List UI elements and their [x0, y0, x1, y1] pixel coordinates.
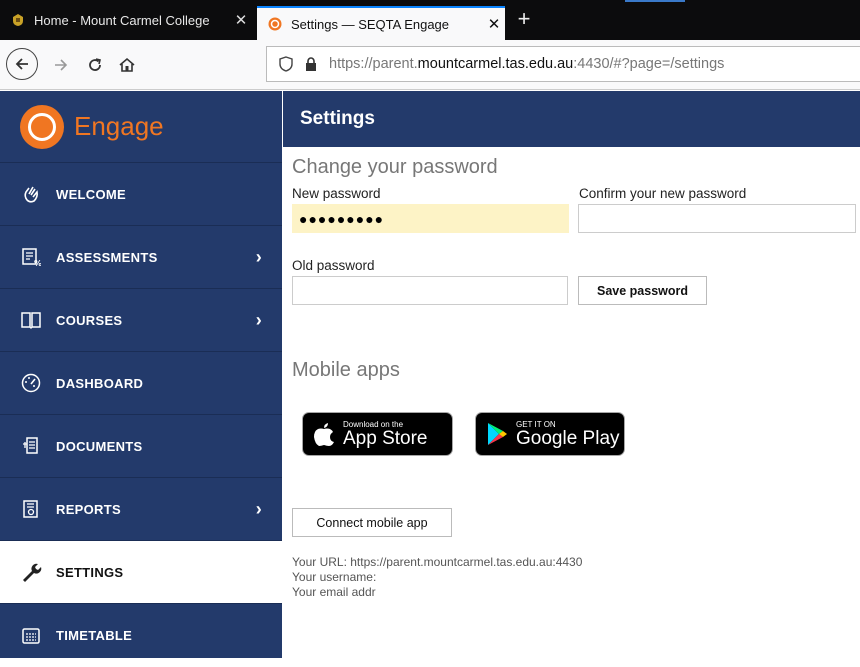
tab-settings-title: Settings — SEQTA Engage — [291, 16, 450, 32]
seqta-favicon-icon — [267, 16, 283, 32]
browser-tab-bar: Home - Mount Carmel College ✕ Settings —… — [0, 0, 860, 40]
sidebar-item-label: DASHBOARD — [56, 375, 144, 391]
change-password-title: Change your password — [292, 156, 498, 178]
tab-strip-accent — [625, 0, 685, 2]
tab-settings-close-icon[interactable]: ✕ — [483, 15, 505, 33]
tab-home-title: Home - Mount Carmel College — [34, 12, 210, 28]
sidebar-item-label: ASSESSMENTS — [56, 249, 158, 265]
home-button[interactable] — [112, 50, 142, 80]
your-username-text: Your username: — [292, 570, 377, 584]
home-icon — [119, 57, 135, 72]
save-password-button[interactable]: Save password — [578, 276, 707, 305]
url-host: mountcarmel.tas.edu.au — [417, 56, 574, 72]
assessments-icon: % — [20, 246, 42, 268]
chevron-right-icon: › — [255, 309, 262, 330]
sidebar-item-label: DOCUMENTS — [56, 438, 143, 454]
browser-nav-bar: https://parent. mountcarmel.tas.edu.au:44… — [0, 40, 860, 90]
url-suffix: :4430/#?page=/settings — [573, 56, 725, 72]
college-crest-icon — [10, 12, 26, 28]
confirm-password-field[interactable] — [578, 204, 856, 233]
app-store-badge[interactable]: Download on the App Store — [302, 412, 453, 456]
tab-home[interactable]: Home - Mount Carmel College ✕ — [0, 0, 252, 40]
lock-icon — [305, 57, 317, 71]
sidebar-item-reports[interactable]: REPORTS › — [0, 478, 282, 541]
sidebar-item-documents[interactable]: DOCUMENTS — [0, 415, 282, 478]
your-url-text: Your URL: https://parent.mountcarmel.tas… — [292, 555, 583, 569]
back-button[interactable] — [6, 48, 38, 80]
book-icon — [20, 309, 42, 331]
your-email-text: Your email addr — [292, 585, 376, 599]
reload-button[interactable] — [80, 50, 110, 80]
tab-settings[interactable]: Settings — SEQTA Engage ✕ — [257, 6, 505, 40]
mobile-apps-title: Mobile apps — [292, 359, 400, 381]
sidebar-item-dashboard[interactable]: DASHBOARD — [0, 352, 282, 415]
sidebar-item-label: TIMETABLE — [56, 628, 133, 643]
sidebar-item-settings[interactable]: SETTINGS — [0, 541, 282, 604]
documents-icon — [20, 435, 42, 457]
sidebar-item-welcome[interactable]: WELCOME — [0, 163, 282, 226]
arrow-left-icon — [15, 58, 28, 70]
shield-icon — [279, 56, 293, 72]
wrench-icon — [20, 561, 42, 583]
google-play-badge[interactable]: GET IT ON Google Play — [475, 412, 625, 456]
apple-icon — [313, 421, 335, 447]
page-title: Settings — [283, 91, 860, 147]
new-tab-button[interactable]: + — [510, 6, 538, 34]
sidebar-item-label: REPORTS — [56, 501, 121, 517]
url-bar[interactable]: https://parent. mountcarmel.tas.edu.au:44… — [266, 46, 860, 82]
timetable-icon — [20, 625, 42, 647]
gauge-icon — [20, 372, 42, 394]
brand[interactable]: Engage — [0, 91, 282, 163]
arrow-right-icon — [55, 59, 68, 71]
engage-logo-icon — [20, 104, 64, 149]
report-icon — [20, 498, 42, 520]
app-store-big-text: App Store — [343, 427, 428, 449]
sidebar-item-label: COURSES — [56, 312, 123, 328]
sidebar: Engage WELCOME % ASSESSMENTS › COURSES ›… — [0, 91, 282, 658]
svg-text:%: % — [34, 259, 41, 267]
google-play-big-text: Google Play — [516, 427, 620, 449]
new-password-label: New password — [292, 186, 381, 201]
sidebar-item-label: WELCOME — [56, 186, 126, 202]
brand-name: Engage — [74, 111, 164, 141]
sidebar-item-assessments[interactable]: % ASSESSMENTS › — [0, 226, 282, 289]
old-password-label: Old password — [292, 258, 375, 273]
hand-wave-icon — [20, 183, 42, 205]
confirm-password-label: Confirm your new password — [579, 186, 747, 201]
reload-icon — [89, 58, 101, 71]
sidebar-item-label: SETTINGS — [56, 564, 124, 580]
tab-home-close-icon[interactable]: ✕ — [230, 11, 252, 29]
url-prefix: https://parent. — [329, 56, 418, 72]
chevron-right-icon: › — [255, 498, 262, 519]
settings-panel: Change your password New password ●●●●●●… — [283, 147, 860, 658]
new-password-field[interactable]: ●●●●●●●●● — [292, 204, 569, 233]
google-play-icon — [486, 422, 508, 446]
forward-button[interactable] — [46, 50, 76, 80]
connect-mobile-app-button[interactable]: Connect mobile app — [292, 508, 452, 537]
chevron-right-icon: › — [255, 246, 262, 267]
old-password-field[interactable] — [292, 276, 568, 305]
sidebar-item-courses[interactable]: COURSES › — [0, 289, 282, 352]
